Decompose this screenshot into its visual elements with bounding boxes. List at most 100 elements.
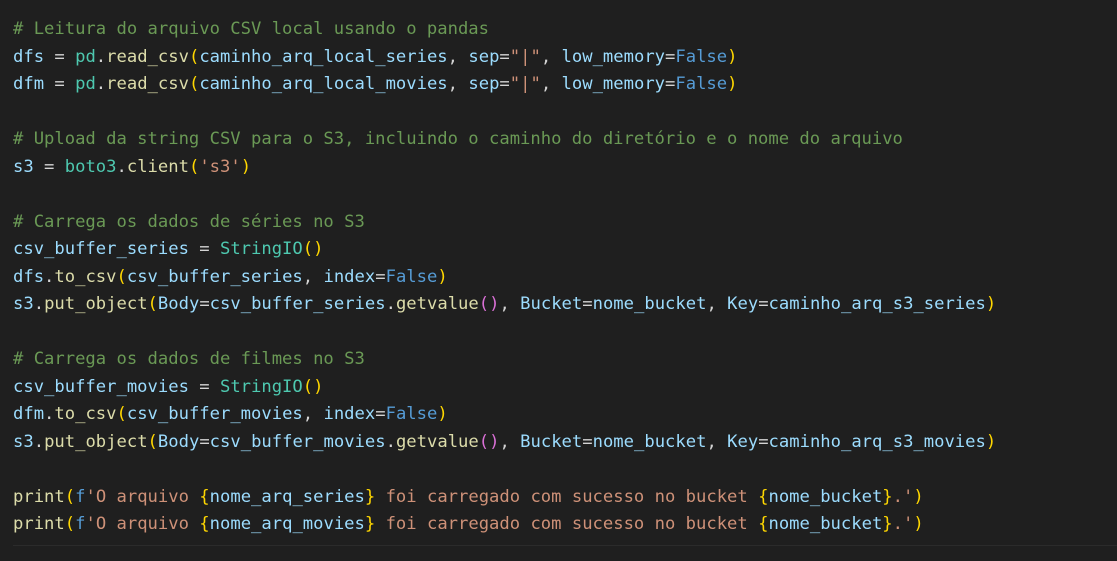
- code-token-bracket2: (): [478, 431, 500, 452]
- code-token-string: foi carregado com sucesso no bucket: [375, 514, 759, 534]
- code-token-keyword: f: [75, 514, 86, 534]
- code-token-variable: Body: [157, 294, 200, 314]
- code-token-bracket1: {: [199, 486, 210, 507]
- code-token-comment: # Carrega os dados de séries no S3: [13, 211, 365, 232]
- code-line[interactable]: dfs = pd.read_csv(caminho_arq_local_seri…: [13, 44, 996, 72]
- code-token-string: foi carregado com sucesso no bucket: [375, 486, 759, 507]
- code-token-function: put_object: [44, 431, 148, 452]
- code-token-operator: =: [499, 74, 510, 94]
- code-token-function: getvalue: [395, 431, 479, 452]
- code-token-string: 'O arquivo: [85, 486, 200, 507]
- code-token-variable: nome_arq_series: [209, 486, 365, 507]
- code-token-variable: sep: [468, 74, 500, 94]
- code-token-operator: =: [375, 404, 386, 424]
- code-line[interactable]: # Upload da string CSV para o S3, inclui…: [13, 126, 996, 154]
- code-token-bracket1: {: [758, 514, 769, 534]
- code-area[interactable]: # Leitura do arquivo CSV local usando o …: [13, 16, 996, 539]
- code-token-variable: caminho_arq_local_series: [199, 46, 448, 67]
- code-token-variable: low_memory: [561, 74, 666, 94]
- code-token-bracket1: (: [147, 431, 158, 452]
- code-token-bracket1: (): [302, 376, 324, 397]
- code-token-operator: .: [44, 404, 55, 424]
- code-line[interactable]: dfm = pd.read_csv(caminho_arq_local_movi…: [13, 71, 996, 99]
- code-token-function: put_object: [44, 294, 148, 314]
- code-token-operator: ,: [706, 431, 728, 452]
- code-token-variable: nome_bucket: [592, 294, 707, 314]
- code-token-variable: s3: [13, 294, 34, 314]
- code-token-operator: =: [44, 46, 76, 67]
- code-token-variable: csv_buffer_series: [126, 266, 303, 287]
- code-token-keyword: False: [385, 404, 438, 424]
- code-line[interactable]: # Carrega os dados de séries no S3: [13, 209, 996, 237]
- empty-line[interactable]: [13, 181, 996, 209]
- code-token-variable: s3: [13, 431, 34, 452]
- code-token-class: pd: [75, 74, 96, 94]
- code-token-variable: Key: [727, 431, 759, 452]
- code-token-variable: low_memory: [561, 46, 666, 67]
- code-token-operator: ,: [499, 294, 521, 314]
- code-line[interactable]: print(f'O arquivo {nome_arq_movies} foi …: [13, 511, 996, 539]
- code-line[interactable]: s3 = boto3.client('s3'): [13, 154, 996, 182]
- code-token-operator: =: [188, 239, 220, 259]
- code-token-function: to_csv: [54, 404, 117, 424]
- code-line[interactable]: s3.put_object(Body=csv_buffer_movies.get…: [13, 429, 996, 457]
- code-token-operator: =: [33, 156, 65, 177]
- code-token-function: print: [13, 486, 65, 507]
- code-token-bracket1: ): [240, 156, 252, 177]
- code-token-string: "|": [509, 74, 541, 94]
- code-token-comment: # Upload da string CSV para o S3, inclui…: [13, 129, 903, 149]
- code-token-bracket1: (: [64, 486, 76, 507]
- code-token-operator: .: [95, 74, 107, 94]
- code-line[interactable]: dfm.to_csv(csv_buffer_movies, index=Fals…: [13, 401, 996, 429]
- code-token-variable: nome_bucket: [592, 431, 707, 452]
- code-token-bracket1: (: [188, 74, 200, 94]
- code-token-variable: dfm: [13, 404, 45, 424]
- code-line[interactable]: csv_buffer_movies = StringIO(): [13, 374, 996, 402]
- code-token-bracket1: }: [364, 486, 376, 507]
- code-line[interactable]: # Carrega os dados de filmes no S3: [13, 346, 996, 374]
- code-line[interactable]: csv_buffer_series = StringIO(): [13, 236, 996, 264]
- code-token-string: 's3': [199, 156, 241, 177]
- empty-line[interactable]: [13, 99, 996, 127]
- code-token-operator: =: [582, 431, 593, 452]
- code-token-variable: Bucket: [520, 431, 583, 452]
- code-token-string: .': [892, 514, 914, 534]
- code-token-bracket1: (: [116, 266, 127, 287]
- code-token-variable: csv_buffer_movies: [13, 376, 189, 397]
- code-token-variable: csv_buffer_series: [13, 239, 189, 259]
- code-token-operator: .: [33, 431, 45, 452]
- code-token-string: "|": [509, 46, 541, 67]
- code-token-operator: =: [665, 46, 676, 67]
- empty-line[interactable]: [13, 319, 996, 347]
- code-token-variable: Body: [157, 431, 200, 452]
- code-token-variable: nome_arq_movies: [209, 514, 365, 534]
- code-token-variable: dfm: [13, 74, 45, 94]
- code-token-bracket1: (: [147, 294, 158, 314]
- code-token-operator: ,: [540, 46, 562, 67]
- code-token-operator: .: [44, 266, 55, 287]
- code-token-bracket1: (: [116, 404, 127, 424]
- code-line[interactable]: s3.put_object(Body=csv_buffer_series.get…: [13, 291, 996, 319]
- code-token-bracket1: (: [188, 156, 200, 177]
- code-token-operator: .: [385, 431, 396, 452]
- code-line[interactable]: print(f'O arquivo {nome_arq_series} foi …: [13, 484, 996, 512]
- code-token-operator: ,: [302, 404, 324, 424]
- code-editor[interactable]: # Leitura do arquivo CSV local usando o …: [0, 0, 1117, 561]
- code-token-variable: index: [323, 404, 376, 424]
- code-line[interactable]: # Leitura do arquivo CSV local usando o …: [13, 16, 996, 44]
- code-token-operator: .: [385, 294, 396, 314]
- code-token-variable: index: [323, 266, 376, 287]
- code-token-keyword: False: [675, 74, 728, 94]
- empty-line[interactable]: [13, 456, 996, 484]
- code-token-operator: =: [375, 266, 386, 287]
- code-token-operator: .: [33, 294, 45, 314]
- code-token-operator: =: [199, 294, 210, 314]
- code-token-bracket1: ): [727, 74, 738, 94]
- code-token-variable: Key: [727, 294, 759, 314]
- code-token-bracket1: }: [882, 514, 893, 534]
- code-token-operator: ,: [302, 266, 324, 287]
- code-token-bracket1: ): [437, 404, 448, 424]
- code-token-bracket1: }: [364, 514, 376, 534]
- cell-divider: [13, 545, 1117, 546]
- code-line[interactable]: dfs.to_csv(csv_buffer_series, index=Fals…: [13, 264, 996, 292]
